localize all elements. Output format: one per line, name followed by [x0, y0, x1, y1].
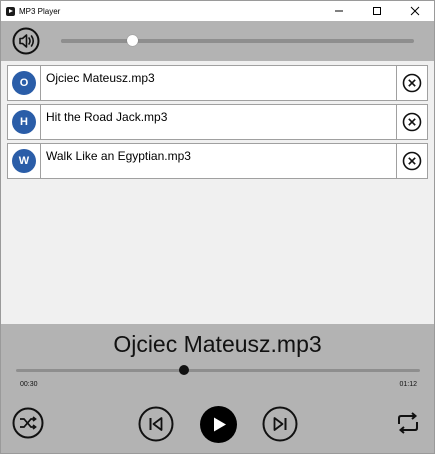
shuffle-button[interactable]	[12, 407, 44, 439]
playlist: O Ojciec Mateusz.mp3 H Hit the Road Jack…	[7, 65, 428, 182]
volume-bar	[1, 21, 434, 61]
title-bar: MP3 Player	[1, 1, 434, 21]
remove-track-button[interactable]	[396, 105, 427, 139]
track-avatar: O	[12, 71, 36, 95]
volume-slider-fill	[61, 39, 132, 43]
seek-slider[interactable]	[16, 365, 420, 375]
next-button[interactable]	[262, 406, 298, 442]
total-time: 01:12	[399, 381, 417, 388]
minimize-icon	[335, 10, 343, 12]
circle-x-icon	[402, 73, 422, 93]
track-avatar: H	[12, 110, 36, 134]
close-button[interactable]	[396, 1, 434, 21]
app-icon	[6, 6, 15, 16]
minimize-button[interactable]	[320, 1, 358, 21]
volume-slider-thumb[interactable]	[126, 35, 138, 46]
circle-x-icon	[402, 151, 422, 171]
seek-slider-thumb[interactable]	[179, 365, 190, 375]
previous-button[interactable]	[138, 406, 174, 442]
play-icon	[200, 406, 237, 443]
mute-button[interactable]	[12, 27, 40, 55]
track-avatar: W	[12, 149, 36, 173]
track-name: Hit the Road Jack.mp3	[46, 110, 168, 124]
track-name: Walk Like an Egyptian.mp3	[46, 149, 191, 163]
volume-slider[interactable]	[61, 35, 414, 46]
window-title: MP3 Player	[19, 6, 61, 16]
close-icon	[410, 6, 420, 16]
skip-next-icon	[262, 406, 298, 442]
track-avatar-cell: W	[8, 144, 41, 178]
window-controls	[320, 1, 434, 21]
repeat-button[interactable]	[394, 409, 422, 437]
track-avatar-cell: O	[8, 66, 41, 100]
playlist-item[interactable]: H Hit the Road Jack.mp3	[7, 104, 428, 140]
circle-x-icon	[402, 112, 422, 132]
track-avatar-cell: H	[8, 105, 41, 139]
maximize-button[interactable]	[358, 1, 396, 21]
speaker-icon	[12, 27, 40, 55]
remove-track-button[interactable]	[396, 144, 427, 178]
repeat-icon	[398, 412, 418, 434]
player-controls-panel: Ojciec Mateusz.mp3 00:30 01:12	[1, 324, 434, 453]
maximize-icon	[373, 7, 381, 15]
mp3-player-window: MP3 Player O Ojciec Mateusz.mp3 H Hit th…	[0, 0, 435, 454]
skip-previous-icon	[138, 406, 174, 442]
shuffle-icon	[12, 407, 44, 439]
track-name: Ojciec Mateusz.mp3	[46, 71, 155, 85]
remove-track-button[interactable]	[396, 66, 427, 100]
playlist-item[interactable]: O Ojciec Mateusz.mp3	[7, 65, 428, 101]
now-playing-title: Ojciec Mateusz.mp3	[113, 331, 322, 357]
playlist-item[interactable]: W Walk Like an Egyptian.mp3	[7, 143, 428, 179]
play-button[interactable]	[200, 406, 237, 443]
elapsed-time: 00:30	[20, 381, 38, 388]
